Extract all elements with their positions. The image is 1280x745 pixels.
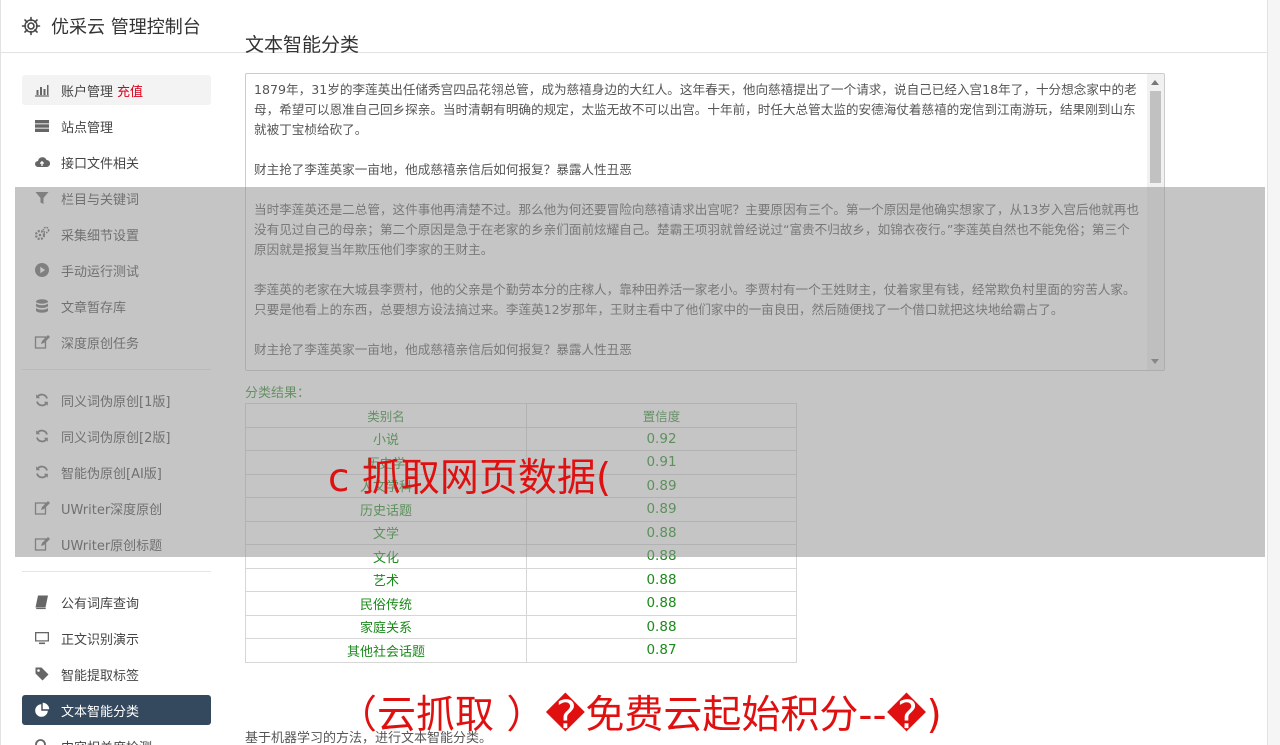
refresh-icon <box>33 463 51 481</box>
text-input-area[interactable]: 1879年，31岁的李莲英出任储秀宫四品花翎总管，成为慈禧身边的大红人。这年春天… <box>245 73 1165 371</box>
cloud-upload-icon <box>33 153 51 171</box>
sidebar-item-label: 同义词伪原创[1版] <box>61 394 171 410</box>
gears-icon <box>33 225 51 243</box>
sidebar-divider <box>22 369 211 370</box>
tag-icon <box>33 665 51 683</box>
article-paragraph: 1879年，31岁的李莲英出任储秀宫四品花翎总管，成为慈禧身边的大红人。这年春天… <box>254 82 1137 137</box>
watermark-top: c 抓取网页数据( <box>328 456 612 501</box>
play-circle-icon <box>33 261 51 279</box>
sidebar-item-label: 公有词库查询 <box>61 596 140 612</box>
category-cell: 家庭关系 <box>245 614 527 639</box>
sidebar-item-uwriter-title[interactable]: UWriter原创标题 <box>22 529 211 559</box>
sidebar-item-label: 智能伪原创[AI版] <box>61 466 162 482</box>
confidence-cell: 0.88 <box>526 614 797 639</box>
sidebar-item-deep-original[interactable]: 深度原创任务 <box>22 327 211 357</box>
pie-chart-icon <box>33 701 51 719</box>
article-paragraph: 李莲英的老家在大城县李贾村，他的父亲是个勤劳本分的庄稼人，靠种田养活一家老小。李… <box>254 282 1136 317</box>
page-title: 文本智能分类 <box>245 34 360 56</box>
sidebar-item-relevance[interactable]: 内容相关度检测 <box>22 731 211 745</box>
book-icon <box>33 593 51 611</box>
sidebar-item-interface-files[interactable]: 接口文件相关 <box>22 147 211 177</box>
sidebar-item-extract-tags[interactable]: 智能提取标签 <box>22 659 211 689</box>
confidence-cell: 0.88 <box>526 591 797 616</box>
refresh-icon <box>33 427 51 445</box>
recharge-link[interactable]: 充值 <box>117 81 143 100</box>
scrollbar[interactable] <box>1147 74 1164 370</box>
column-header-confidence: 置信度 <box>526 403 797 428</box>
app-title: 优采云 管理控制台 <box>51 17 201 38</box>
article-text[interactable]: 1879年，31岁的李莲英出任储秀宫四品花翎总管，成为慈禧身边的大红人。这年春天… <box>246 74 1148 370</box>
category-cell: 文学 <box>245 520 527 545</box>
sidebar-item-public-dict[interactable]: 公有词库查询 <box>22 587 211 617</box>
refresh-icon <box>33 391 51 409</box>
confidence-cell: 0.87 <box>526 638 797 663</box>
table-row: 文化 0.88 <box>245 544 797 569</box>
watermark-bottom: （云抓取 ）�免费云起始积分--�) <box>338 693 942 738</box>
sidebar-item-label: 采集细节设置 <box>61 228 140 244</box>
sidebar-item-label: 文章暂存库 <box>61 300 127 316</box>
confidence-cell: 0.88 <box>526 567 797 592</box>
edit-icon <box>33 535 51 553</box>
article-paragraph: 财主抢了李莲英家一亩地，他成慈禧亲信后如何报复？暴露人性丑恶 <box>254 342 632 357</box>
sidebar-item-label: 手动运行测试 <box>61 264 140 280</box>
sidebar: 账户管理 充值站点管理接口文件相关 栏目与关键词 采集细节设置 手动运行测试 文章暂存库深… <box>22 75 211 745</box>
monitor-icon <box>33 629 51 647</box>
column-header-category: 类别名 <box>245 403 527 428</box>
result-label: 分类结果： <box>245 386 311 401</box>
server-icon <box>33 117 51 135</box>
table-row: 其他社会话题 0.87 <box>245 638 797 663</box>
sidebar-item-ai-rewrite[interactable]: 智能伪原创[AI版] <box>22 457 211 487</box>
sidebar-item-label: 内容相关度检测 <box>61 737 152 745</box>
edit-icon <box>33 499 51 517</box>
confidence-cell: 0.88 <box>526 544 797 569</box>
sidebar-divider <box>22 571 211 572</box>
sidebar-item-label: UWriter深度原创 <box>61 502 163 518</box>
edit-icon <box>33 333 51 351</box>
sidebar-item-article-store[interactable]: 文章暂存库 <box>22 291 211 321</box>
scroll-up-icon[interactable] <box>1151 80 1159 85</box>
sidebar-item-manual-test[interactable]: 手动运行测试 <box>22 255 211 285</box>
sidebar-item-label: UWriter原创标题 <box>61 538 163 554</box>
sidebar-item-label: 站点管理 <box>61 120 114 136</box>
category-cell: 文化 <box>245 544 527 569</box>
sidebar-item-synonym-v2[interactable]: 同义词伪原创[2版] <box>22 421 211 451</box>
sidebar-item-label: 智能提取标签 <box>61 668 140 684</box>
database-icon <box>33 297 51 315</box>
sidebar-item-sites[interactable]: 站点管理 <box>22 111 211 141</box>
sidebar-item-label: 同义词伪原创[2版] <box>61 430 171 446</box>
scroll-thumb[interactable] <box>1150 91 1161 183</box>
table-row: 民俗传统 0.88 <box>245 591 797 616</box>
table-row: 文学 0.88 <box>245 520 797 545</box>
table-row: 艺术 0.88 <box>245 567 797 592</box>
sidebar-item-collect-settings[interactable]: 采集细节设置 <box>22 219 211 249</box>
sidebar-item-label: 正文识别演示 <box>61 632 140 648</box>
bar-chart-icon <box>33 81 51 99</box>
gear-icon[interactable] <box>21 16 41 36</box>
category-cell: 艺术 <box>245 567 527 592</box>
filter-icon <box>33 189 51 207</box>
table-row: 家庭关系 0.88 <box>245 614 797 639</box>
category-cell: 其他社会话题 <box>245 638 527 663</box>
sidebar-item-label: 接口文件相关 <box>61 156 140 172</box>
sidebar-item-label: 文本智能分类 <box>61 704 140 720</box>
search-icon <box>33 737 51 745</box>
sidebar-item-label: 深度原创任务 <box>61 336 140 352</box>
sidebar-item-synonym-v1[interactable]: 同义词伪原创[1版] <box>22 385 211 415</box>
category-cell: 民俗传统 <box>245 591 527 616</box>
confidence-cell: 0.88 <box>526 520 797 545</box>
sidebar-item-uwriter[interactable]: UWriter深度原创 <box>22 493 211 523</box>
sidebar-item-label: 栏目与关键词 <box>61 192 140 208</box>
sidebar-item-text-recognition[interactable]: 正文识别演示 <box>22 623 211 653</box>
article-paragraph: 当时李莲英还是二总管，这件事他再清楚不过。那么他为何还要冒险向慈禧请求出宫呢？主… <box>254 202 1139 257</box>
main-content: 文本智能分类 1879年，31岁的李莲英出任储秀宫四品花翎总管，成为慈禧身边的大… <box>245 30 1165 663</box>
sidebar-item-label: 账户管理 <box>61 84 114 100</box>
sidebar-item-keywords[interactable]: 栏目与关键词 <box>22 183 211 213</box>
classification-table: 类别名 置信度 小说 0.92 历史学 0.91 人文学科 0.89 历史话题 0.89 文学 0… <box>245 403 797 663</box>
sidebar-item-account[interactable]: 账户管理 充值 <box>22 75 211 105</box>
article-paragraph: 财主抢了李莲英家一亩地，他成慈禧亲信后如何报复？暴露人性丑恶 <box>254 162 632 177</box>
sidebar-item-text-classify[interactable]: 文本智能分类 <box>22 695 211 725</box>
scroll-down-icon[interactable] <box>1151 359 1159 364</box>
